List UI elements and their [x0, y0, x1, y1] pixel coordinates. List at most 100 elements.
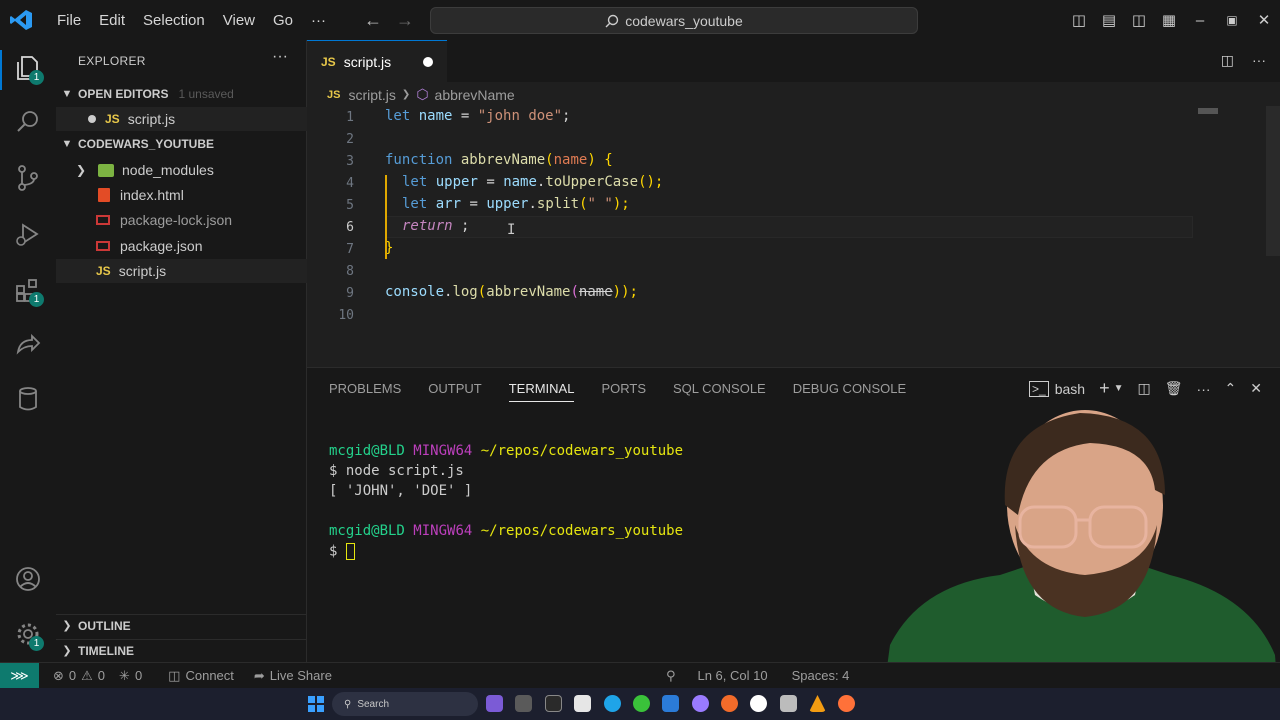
line-number: 7	[346, 242, 354, 257]
unsaved-count: 1 unsaved	[178, 87, 234, 101]
tree-item-label: index.html	[120, 187, 184, 203]
taskbar-search[interactable]: ⚲ Search	[332, 692, 478, 716]
tree-item-package-json[interactable]: package.json	[56, 234, 307, 258]
taskbar-app-icon[interactable]	[545, 695, 562, 712]
customize-layout-icon[interactable]: ▦	[1154, 11, 1184, 29]
taskbar-app-icon[interactable]	[750, 695, 767, 712]
menu-view[interactable]: View	[214, 12, 264, 29]
js-file-icon: JS	[96, 264, 111, 278]
forward-arrow-icon[interactable]: →	[396, 10, 414, 31]
folder-icon	[98, 163, 114, 177]
tree-item-label: package-lock.json	[120, 212, 233, 228]
live-share-status[interactable]: ➦ Live Share	[254, 668, 332, 684]
workspace-section[interactable]: ▼ CODEWARS_YOUTUBE	[56, 133, 307, 155]
taskbar-app-icon[interactable]	[515, 695, 532, 712]
taskbar-app-icon[interactable]	[721, 695, 738, 712]
restore-icon[interactable]: ▣	[1216, 13, 1248, 27]
taskbar-app-icon[interactable]	[574, 695, 591, 712]
active-indicator	[0, 50, 2, 90]
outline-section[interactable]: ❯ OUTLINE	[56, 614, 307, 636]
tab-ports[interactable]: PORTS	[601, 381, 646, 402]
minimize-icon[interactable]: –	[1184, 12, 1216, 29]
terminal-input-line[interactable]: $	[329, 543, 355, 560]
minimap-scrollbar[interactable]	[1266, 106, 1280, 256]
line-number: 8	[346, 264, 354, 279]
html-file-icon	[98, 188, 110, 202]
indentation-status[interactable]: Spaces: 4	[792, 668, 850, 683]
menu-go[interactable]: Go	[264, 12, 302, 29]
tree-item-script-js[interactable]: JS script.js	[56, 259, 307, 283]
connect-status[interactable]: ◫ Connect	[168, 668, 234, 684]
tab-output[interactable]: OUTPUT	[428, 381, 481, 402]
toggle-secondary-sidebar-icon[interactable]: ◫	[1124, 11, 1154, 29]
taskbar-app-icon[interactable]	[662, 695, 679, 712]
taskbar-app-icon[interactable]	[633, 695, 650, 712]
breadcrumb-file[interactable]: script.js	[348, 87, 395, 103]
toggle-sidebar-icon[interactable]: ◫	[1064, 11, 1094, 29]
close-window-icon[interactable]: ✕	[1248, 11, 1280, 29]
cursor-position[interactable]: Ln 6, Col 10	[697, 668, 767, 683]
accounts-icon[interactable]	[14, 565, 42, 593]
window-controls: ◫ ▤ ◫ ▦ – ▣ ✕	[1064, 0, 1280, 40]
ports-status[interactable]: ✳ 0	[119, 668, 142, 684]
back-arrow-icon[interactable]: ←	[364, 10, 382, 31]
problems-status[interactable]: ⊗ 0 ⚠ 0	[53, 668, 105, 684]
tab-problems[interactable]: PROBLEMS	[329, 381, 401, 402]
radio-tower-icon: ✳	[119, 667, 130, 683]
title-bar: File Edit Selection View Go ··· ← → code…	[0, 0, 1280, 40]
code-line-6: return ;	[402, 218, 470, 234]
source-control-icon[interactable]	[14, 164, 42, 192]
tab-terminal[interactable]: TERMINAL	[508, 381, 575, 402]
edge-browser-icon[interactable]	[604, 695, 621, 712]
menu-file[interactable]: File	[48, 12, 90, 29]
remote-explorer-icon[interactable]	[14, 330, 42, 358]
minimap-preview[interactable]	[1198, 108, 1218, 114]
code-editor[interactable]: JS script.js ❯ ⬡ abbrevName 1 2 3 4 5 6 …	[307, 82, 1280, 367]
unsaved-dot-icon[interactable]	[423, 57, 433, 67]
breadcrumb-symbol[interactable]: abbrevName	[435, 87, 515, 103]
run-debug-icon[interactable]	[14, 220, 42, 248]
outline-label: OUTLINE	[78, 618, 131, 633]
nav-arrows: ← →	[364, 10, 414, 31]
search-icon: ⚲	[344, 698, 352, 710]
tree-item-package-lock[interactable]: package-lock.json	[56, 208, 307, 232]
split-editor-icon[interactable]: ◫	[1221, 52, 1234, 69]
database-icon[interactable]	[14, 385, 42, 413]
timeline-section[interactable]: ❯ TIMELINE	[56, 639, 307, 661]
tab-script-js[interactable]: JS script.js	[307, 40, 447, 82]
code-line-4: let upper = name.toUpperCase();	[402, 174, 664, 190]
tree-item-index-html[interactable]: index.html	[56, 183, 307, 207]
vlc-icon[interactable]	[809, 695, 826, 712]
menu-selection[interactable]: Selection	[134, 12, 214, 29]
menu-edit[interactable]: Edit	[90, 12, 134, 29]
timeline-label: TIMELINE	[78, 643, 134, 658]
command-center-search[interactable]: codewars_youtube	[430, 7, 918, 34]
chevron-down-icon[interactable]: ▼	[1114, 383, 1124, 394]
search-icon[interactable]	[14, 108, 42, 136]
database-icon: ◫	[168, 667, 181, 683]
menu-more[interactable]: ···	[302, 12, 335, 29]
vscode-logo-icon	[10, 10, 32, 30]
open-editors-section[interactable]: ▼ OPEN EDITORS 1 unsaved	[56, 83, 307, 105]
os-taskbar: ⚲ Search	[0, 688, 1280, 720]
firefox-icon[interactable]	[838, 695, 855, 712]
tab-label: script.js	[343, 53, 392, 70]
error-count: 0	[68, 668, 77, 683]
taskbar-app-icon[interactable]	[486, 695, 503, 712]
npm-file-icon	[96, 215, 110, 225]
remote-indicator-icon[interactable]: ⋙	[0, 662, 39, 689]
zoom-status[interactable]: ⚲	[666, 668, 676, 684]
toggle-panel-icon[interactable]: ▤	[1094, 11, 1124, 29]
js-file-icon: JS	[327, 88, 341, 101]
js-file-icon: JS	[321, 54, 336, 69]
activity-bar: 1 1 1	[0, 40, 56, 662]
tree-item-node-modules[interactable]: ❯ node_modules	[56, 158, 307, 182]
taskbar-app-icon[interactable]	[780, 695, 797, 712]
terminal-output: [ 'JOHN', 'DOE' ]	[329, 483, 473, 499]
windows-start-icon[interactable]	[308, 696, 324, 712]
taskbar-app-icon[interactable]	[692, 695, 709, 712]
open-editor-item-script[interactable]: JS script.js	[56, 107, 307, 131]
more-actions-icon[interactable]: ···	[1252, 52, 1266, 69]
sidebar-more-icon[interactable]: ···	[272, 48, 288, 66]
tab-sql-console[interactable]: SQL CONSOLE	[673, 381, 766, 402]
